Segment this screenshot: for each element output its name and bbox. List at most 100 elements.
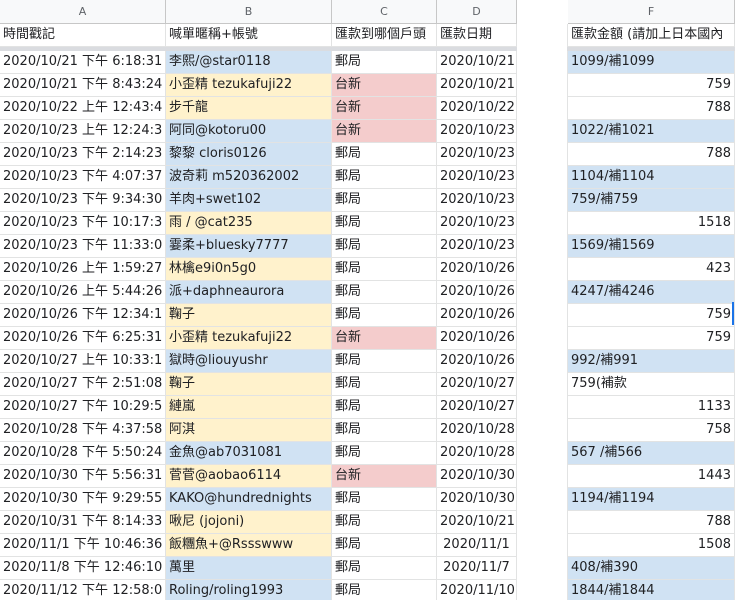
- cell-a[interactable]: 2020/10/26 上午 1:59:27: [0, 258, 166, 281]
- cell-f[interactable]: 423: [568, 258, 735, 281]
- cell-d[interactable]: 2020/10/21: [437, 51, 517, 74]
- cell-b[interactable]: 波奇莉 m520362002: [166, 166, 332, 189]
- column-letter-f[interactable]: F: [568, 0, 735, 24]
- cell-c[interactable]: 郵局: [332, 166, 437, 189]
- cell-a[interactable]: 2020/10/30 下午 5:56:31: [0, 465, 166, 488]
- cell-a[interactable]: 時間戳記: [0, 24, 166, 47]
- cell-b[interactable]: 喊單暱稱+帳號: [166, 24, 332, 47]
- cell-b[interactable]: 黎黎 cloris0126: [166, 143, 332, 166]
- cell-f[interactable]: 759/補759: [568, 189, 735, 212]
- cell-f[interactable]: 1194/補1194: [568, 488, 735, 511]
- cell-f[interactable]: 759: [568, 327, 735, 350]
- cell-a[interactable]: 2020/10/23 下午 10:17:3: [0, 212, 166, 235]
- cell-d[interactable]: 2020/10/30: [437, 488, 517, 511]
- cell-a[interactable]: 2020/10/22 上午 12:43:4: [0, 97, 166, 120]
- cell-c[interactable]: 郵局: [332, 51, 437, 74]
- cell-d[interactable]: 2020/10/26: [437, 350, 517, 373]
- cell-b[interactable]: KAKO@hundrednights: [166, 488, 332, 511]
- cell-d[interactable]: 2020/10/28: [437, 419, 517, 442]
- cell-a[interactable]: 2020/11/1 下午 10:46:36: [0, 534, 166, 557]
- cell-a[interactable]: 2020/10/26 上午 5:44:26: [0, 281, 166, 304]
- cell-b[interactable]: 小歪精 tezukafuji22: [166, 327, 332, 350]
- cell-f[interactable]: 1133: [568, 396, 735, 419]
- cell-d[interactable]: 2020/11/10: [437, 580, 517, 600]
- cell-b[interactable]: 阿淇: [166, 419, 332, 442]
- cell-d[interactable]: 2020/10/21: [437, 511, 517, 534]
- cell-f[interactable]: 567 /補566: [568, 442, 735, 465]
- cell-a[interactable]: 2020/10/27 下午 2:51:08: [0, 373, 166, 396]
- cell-a[interactable]: 2020/11/8 下午 12:46:10: [0, 557, 166, 580]
- cell-c[interactable]: 郵局: [332, 511, 437, 534]
- cell-c[interactable]: 郵局: [332, 350, 437, 373]
- cell-d[interactable]: 2020/10/26: [437, 304, 517, 327]
- cell-f[interactable]: 1844/補1844: [568, 580, 735, 600]
- cell-c[interactable]: 郵局: [332, 488, 437, 511]
- cell-d[interactable]: 2020/10/23: [437, 120, 517, 143]
- cell-b[interactable]: 鞠子: [166, 373, 332, 396]
- cell-f[interactable]: 4247/補4246: [568, 281, 735, 304]
- cell-f[interactable]: 992/補991: [568, 350, 735, 373]
- cell-f[interactable]: 1443: [568, 465, 735, 488]
- cell-c[interactable]: 郵局: [332, 281, 437, 304]
- cell-d[interactable]: 2020/10/23: [437, 189, 517, 212]
- cell-b[interactable]: 菅菅@aobao6114: [166, 465, 332, 488]
- cell-c[interactable]: 郵局: [332, 212, 437, 235]
- cell-b[interactable]: 獄時@liouyushr: [166, 350, 332, 373]
- cell-a[interactable]: 2020/10/23 下午 11:33:0: [0, 235, 166, 258]
- cell-c[interactable]: 郵局: [332, 143, 437, 166]
- cell-c[interactable]: 郵局: [332, 580, 437, 600]
- cell-c[interactable]: 郵局: [332, 557, 437, 580]
- cell-a[interactable]: 2020/11/12 下午 12:58:0: [0, 580, 166, 600]
- cell-d[interactable]: 2020/10/23: [437, 143, 517, 166]
- cell-c[interactable]: 台新: [332, 97, 437, 120]
- cell-f[interactable]: 1099/補1099: [568, 51, 735, 74]
- cell-f[interactable]: 788: [568, 511, 735, 534]
- cell-a[interactable]: 2020/10/23 下午 2:14:23: [0, 143, 166, 166]
- cell-b[interactable]: 霎柔+bluesky7777: [166, 235, 332, 258]
- cell-d[interactable]: 匯款日期: [437, 24, 517, 47]
- cell-d[interactable]: 2020/11/1: [437, 534, 517, 557]
- cell-b[interactable]: 啾尼 (jojoni): [166, 511, 332, 534]
- cell-f[interactable]: 759: [568, 74, 735, 97]
- cell-b[interactable]: 林檎e9i0n5g0: [166, 258, 332, 281]
- column-letter-d[interactable]: D: [437, 0, 517, 24]
- cell-f[interactable]: 759(補款: [568, 373, 735, 396]
- cell-d[interactable]: 2020/10/27: [437, 396, 517, 419]
- cell-a[interactable]: 2020/10/23 下午 4:07:37: [0, 166, 166, 189]
- cell-b[interactable]: 萬里: [166, 557, 332, 580]
- cell-a[interactable]: 2020/10/26 下午 12:34:1: [0, 304, 166, 327]
- cell-b[interactable]: 金魚@ab7031081: [166, 442, 332, 465]
- cell-a[interactable]: 2020/10/21 下午 8:43:24: [0, 74, 166, 97]
- cell-d[interactable]: 2020/10/23: [437, 235, 517, 258]
- cell-d[interactable]: 2020/11/7: [437, 557, 517, 580]
- cell-f[interactable]: 788: [568, 97, 735, 120]
- cell-b[interactable]: 派+daphneaurora: [166, 281, 332, 304]
- cell-a[interactable]: 2020/10/30 下午 9:29:55: [0, 488, 166, 511]
- cell-a[interactable]: 2020/10/28 下午 5:50:24: [0, 442, 166, 465]
- cell-a[interactable]: 2020/10/28 下午 4:37:58: [0, 419, 166, 442]
- cell-b[interactable]: 縺嵐: [166, 396, 332, 419]
- cell-c[interactable]: 郵局: [332, 419, 437, 442]
- cell-c[interactable]: 郵局: [332, 258, 437, 281]
- cell-c[interactable]: 匯款到哪個戶頭: [332, 24, 437, 47]
- cell-c[interactable]: 郵局: [332, 442, 437, 465]
- cell-d[interactable]: 2020/10/26: [437, 258, 517, 281]
- cell-f[interactable]: 匯款金額 (請加上日本國內: [568, 24, 735, 47]
- column-letter-c[interactable]: C: [332, 0, 437, 24]
- cell-f[interactable]: 1508: [568, 534, 735, 557]
- cell-f[interactable]: 759: [568, 304, 735, 327]
- cell-f[interactable]: 758: [568, 419, 735, 442]
- cell-d[interactable]: 2020/10/26: [437, 327, 517, 350]
- cell-c[interactable]: 郵局: [332, 189, 437, 212]
- cell-a[interactable]: 2020/10/26 下午 6:25:31: [0, 327, 166, 350]
- cell-b[interactable]: 步千龍: [166, 97, 332, 120]
- cell-f[interactable]: 1569/補1569: [568, 235, 735, 258]
- cell-d[interactable]: 2020/10/26: [437, 281, 517, 304]
- cell-b[interactable]: 李熙/@star0118: [166, 51, 332, 74]
- cell-f[interactable]: 788: [568, 143, 735, 166]
- cell-c[interactable]: 郵局: [332, 373, 437, 396]
- column-letter-a[interactable]: A: [0, 0, 166, 24]
- cell-a[interactable]: 2020/10/31 下午 8:14:33: [0, 511, 166, 534]
- cell-b[interactable]: 飯糰魚+@Rssswww: [166, 534, 332, 557]
- cell-c[interactable]: 台新: [332, 120, 437, 143]
